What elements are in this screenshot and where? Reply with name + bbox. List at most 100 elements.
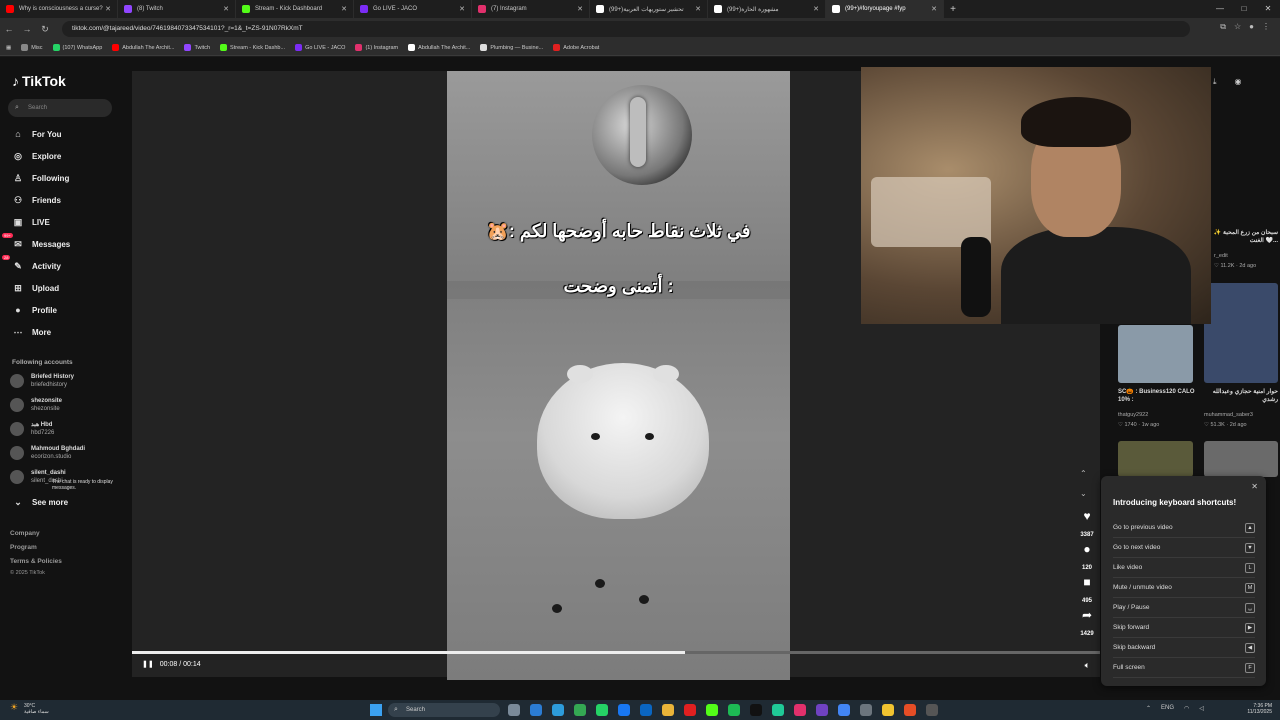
thumb-author[interactable]: r_edit bbox=[1214, 253, 1228, 259]
taskbar-app-icon[interactable] bbox=[574, 704, 586, 716]
video-player[interactable]: 🐹: في ثلاث نقاط حابه أوضحها لكم أتمنى وض… bbox=[447, 71, 790, 680]
see-more-link[interactable]: ⌄ See more bbox=[12, 495, 68, 509]
thumb-caption[interactable]: حوار امنية حجازي وعبدالله رشدي bbox=[1204, 388, 1278, 404]
following-account[interactable]: Mahmoud Bghdadi ecorizon.studio bbox=[10, 445, 85, 461]
browser-tab[interactable]: (99+)#foryoupage #fyp ✕ bbox=[826, 0, 944, 18]
nav-item-following[interactable]: ♙ Following bbox=[12, 171, 69, 185]
heart-button[interactable]: ♥ 3387 bbox=[1076, 509, 1098, 541]
bookmark-item[interactable]: Go LIVE - JACO bbox=[295, 44, 345, 51]
bookmark-item[interactable]: (1) Instagram bbox=[355, 44, 398, 51]
tab-close-icon[interactable]: ✕ bbox=[931, 5, 937, 13]
pause-icon[interactable]: ❚❚ bbox=[142, 660, 154, 668]
tiktok-logo[interactable]: ♪ TikTok bbox=[12, 73, 66, 89]
nav-item-live[interactable]: ▣ LIVE bbox=[12, 215, 50, 229]
taskbar-app-icon[interactable] bbox=[596, 704, 608, 716]
video-progress-bar[interactable] bbox=[132, 651, 1100, 654]
tab-close-icon[interactable]: ✕ bbox=[695, 5, 701, 13]
minimize-icon[interactable]: — bbox=[1208, 0, 1232, 18]
previous-video-icon[interactable]: ⌃ bbox=[1080, 469, 1087, 478]
taskbar-app-icon[interactable] bbox=[618, 704, 630, 716]
taskbar-search[interactable]: ⌕ Search bbox=[388, 703, 500, 717]
taskbar-app-icon[interactable] bbox=[860, 704, 872, 716]
taskbar-app-icon[interactable] bbox=[926, 704, 938, 716]
menu-icon[interactable]: ⋮ bbox=[1262, 22, 1270, 32]
following-account[interactable]: shezonsite shezonsite bbox=[10, 397, 62, 413]
video-thumbnail[interactable] bbox=[1204, 441, 1278, 477]
nav-item-upload[interactable]: ⊞ Upload bbox=[12, 281, 59, 295]
browser-tab[interactable]: Why is consciousness a curse? ✕ bbox=[0, 0, 118, 18]
nav-item-friends[interactable]: ⚇ Friends bbox=[12, 193, 61, 207]
taskbar-app-icon[interactable] bbox=[750, 704, 762, 716]
nav-item-activity[interactable]: ✎ Activity bbox=[12, 259, 61, 273]
browser-tab[interactable]: (8) Twitch ✕ bbox=[118, 0, 236, 18]
weather-widget[interactable]: ☀ 30°C سماء صافية bbox=[10, 703, 49, 716]
bookmark-item[interactable]: Abdullah The Archit... bbox=[112, 44, 174, 51]
volume-icon[interactable]: 🔈︎ bbox=[1085, 660, 1090, 671]
search-input[interactable]: ⌕ Search bbox=[8, 99, 112, 117]
thumb-author[interactable]: muhammad_saber3 bbox=[1204, 412, 1253, 418]
taskbar-app-icon[interactable] bbox=[728, 704, 740, 716]
taskbar-app-icon[interactable] bbox=[662, 704, 674, 716]
bookmark-item[interactable]: Adobe Acrobat bbox=[553, 44, 599, 51]
taskbar-app-icon[interactable] bbox=[816, 704, 828, 716]
footer-program[interactable]: Program bbox=[10, 544, 37, 551]
download-icon[interactable]: ⤓ bbox=[1213, 77, 1217, 87]
comment-button[interactable]: ● 120 bbox=[1076, 542, 1098, 574]
nav-item-profile[interactable]: ● Profile bbox=[12, 303, 57, 317]
bookmark-button[interactable]: ■ 495 bbox=[1076, 575, 1098, 607]
url-field[interactable]: tiktok.com/@tajareed/video/7461984073347… bbox=[62, 21, 1190, 37]
share-button[interactable]: ➦ 1429 bbox=[1076, 608, 1098, 640]
new-tab-button[interactable]: + bbox=[944, 4, 962, 15]
reload-icon[interactable]: ↻ bbox=[36, 24, 54, 35]
browser-tab[interactable]: (99+)مشهورة الحارة ✕ bbox=[708, 0, 826, 18]
taskbar-app-icon[interactable] bbox=[904, 704, 916, 716]
tab-close-icon[interactable]: ✕ bbox=[459, 5, 465, 13]
close-icon[interactable]: ✕ bbox=[1251, 482, 1258, 491]
bookmark-item[interactable]: Abdullah The Archit... bbox=[408, 44, 470, 51]
video-thumbnail[interactable] bbox=[1118, 441, 1193, 477]
browser-tab[interactable]: (7) Instagram ✕ bbox=[472, 0, 590, 18]
following-account[interactable]: Briefed History briefedhistory bbox=[10, 373, 74, 389]
taskbar-app-icon[interactable] bbox=[706, 704, 718, 716]
chevron-up-icon[interactable]: ⌃ bbox=[1146, 705, 1151, 712]
taskbar-app-icon[interactable] bbox=[794, 704, 806, 716]
star-icon[interactable]: ☆ bbox=[1234, 22, 1241, 32]
taskbar-app-icon[interactable] bbox=[838, 704, 850, 716]
thumb-caption[interactable]: SC🎃 : Business120 CALO 10% : bbox=[1118, 388, 1196, 404]
taskbar-app-icon[interactable] bbox=[552, 704, 564, 716]
bookmark-item[interactable]: Stream - Kick Dashb... bbox=[220, 44, 285, 51]
thumb-author[interactable]: thatguy2922 bbox=[1118, 412, 1148, 418]
nav-item-for-you[interactable]: ⌂ For You bbox=[12, 127, 61, 141]
video-thumbnail[interactable] bbox=[1204, 283, 1278, 383]
browser-tab[interactable]: (99+)تحشير ستوريهات العربية ✕ bbox=[590, 0, 708, 18]
video-thumbnail[interactable] bbox=[1118, 325, 1193, 383]
bookmark-item[interactable]: Misc bbox=[21, 44, 43, 51]
bookmark-item[interactable]: Plumbing — Busine... bbox=[480, 44, 543, 51]
footer-terms[interactable]: Terms & Policies bbox=[10, 558, 62, 565]
tab-close-icon[interactable]: ✕ bbox=[105, 5, 111, 13]
wifi-icon[interactable]: ◠ bbox=[1184, 705, 1189, 712]
browser-tab[interactable]: Stream - Kick Dashboard ✕ bbox=[236, 0, 354, 18]
taskbar-app-icon[interactable] bbox=[530, 704, 542, 716]
tab-close-icon[interactable]: ✕ bbox=[577, 5, 583, 13]
user-avatar-icon[interactable]: ◉ bbox=[1235, 77, 1242, 87]
taskbar-app-icon[interactable] bbox=[772, 704, 784, 716]
nav-item-explore[interactable]: ◎ Explore bbox=[12, 149, 61, 163]
next-video-icon[interactable]: ⌄ bbox=[1080, 489, 1087, 498]
browser-tab[interactable]: Go LIVE - JACO ✕ bbox=[354, 0, 472, 18]
taskbar-app-icon[interactable] bbox=[684, 704, 696, 716]
tab-close-icon[interactable]: ✕ bbox=[341, 5, 347, 13]
taskbar-app-icon[interactable] bbox=[640, 704, 652, 716]
footer-company[interactable]: Company bbox=[10, 530, 40, 537]
thumb-caption[interactable]: سبحان من زرع المحبة ✨🤍 الغنت... bbox=[1210, 229, 1278, 245]
language-indicator[interactable]: ENG bbox=[1161, 705, 1174, 712]
taskbar-app-icon[interactable] bbox=[508, 704, 520, 716]
windows-start-icon[interactable] bbox=[370, 704, 382, 716]
nav-item-messages[interactable]: ✉ Messages bbox=[12, 237, 70, 251]
back-icon[interactable]: ← bbox=[0, 24, 18, 34]
tab-close-icon[interactable]: ✕ bbox=[813, 5, 819, 13]
bookmark-item[interactable]: Twitch bbox=[184, 44, 210, 51]
install-icon[interactable]: ⧉ bbox=[1220, 22, 1226, 32]
nav-item-more[interactable]: ⋯ More bbox=[12, 325, 52, 339]
speaker-icon[interactable]: ◁ bbox=[1199, 705, 1204, 712]
